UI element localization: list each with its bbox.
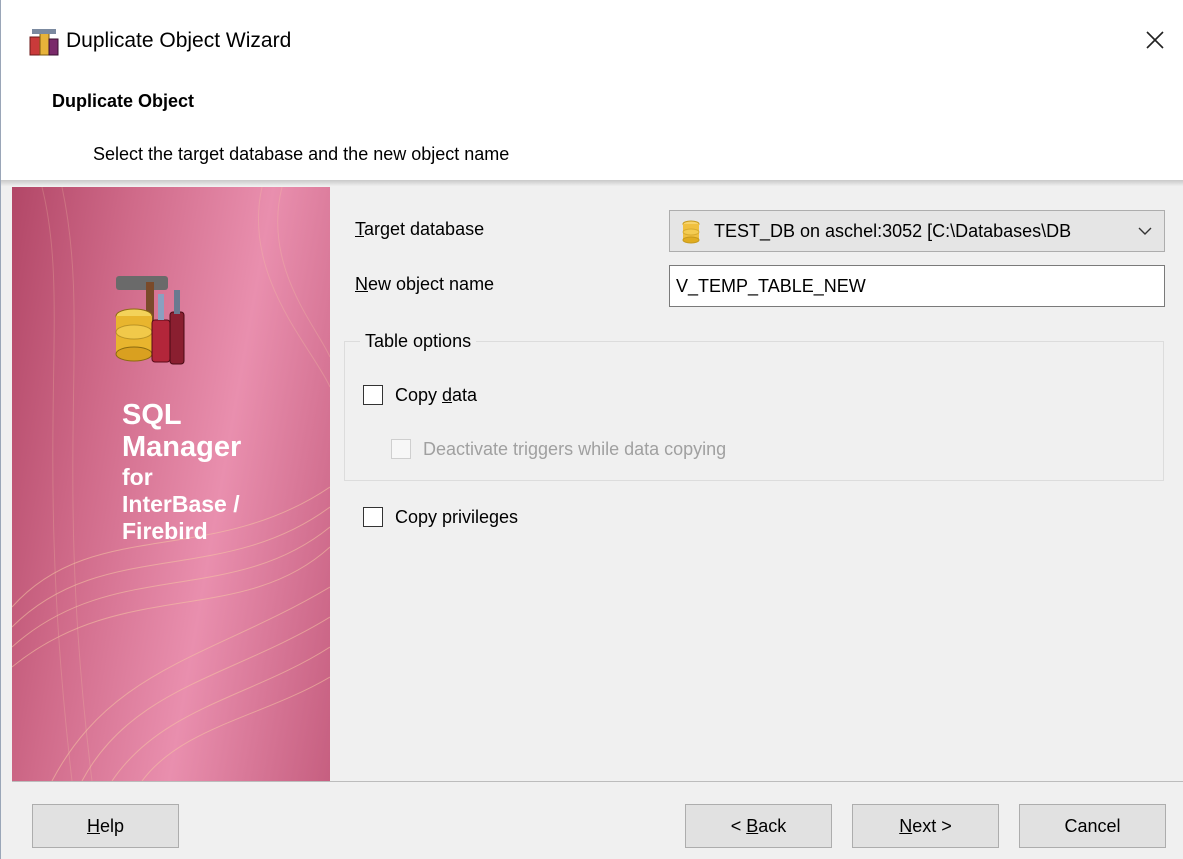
target-database-label: Target database: [355, 219, 484, 240]
brand-line-1: SQL: [122, 399, 182, 431]
target-database-label-text: arget database: [364, 219, 485, 239]
back-mnemonic: B: [746, 815, 759, 836]
sql-manager-logo-icon: [115, 276, 185, 365]
copy-data-label-pre: Copy: [395, 385, 443, 405]
chevron-down-icon[interactable]: [1137, 223, 1153, 239]
target-database-select[interactable]: TEST_DB on aschel:3052 [C:\Databases\DB: [669, 210, 1165, 252]
brand-line-3: for: [122, 464, 153, 490]
step-subtitle: Select the target database and the new o…: [93, 144, 510, 164]
help-label: elp: [99, 815, 125, 836]
next-mnemonic: N: [899, 815, 913, 836]
close-button[interactable]: [1133, 20, 1177, 60]
new-object-name-mnemonic: N: [355, 274, 368, 294]
next-button[interactable]: Next >: [852, 804, 999, 848]
help-mnemonic: H: [86, 815, 100, 836]
table-options-legend: Table options: [360, 331, 477, 352]
help-button[interactable]: Help: [32, 804, 179, 848]
database-icon: [682, 220, 700, 244]
target-database-value: TEST_DB on aschel:3052 [C:\Databases\DB: [714, 221, 1072, 241]
close-icon: [1146, 31, 1164, 49]
target-database-mnemonic: T: [355, 219, 364, 239]
copy-data-checkbox[interactable]: [363, 385, 383, 405]
product-banner: SQL Manager for InterBase / Firebird: [12, 187, 330, 781]
footer-divider: [12, 781, 1183, 782]
copy-privileges-label[interactable]: Copy privileges: [395, 507, 518, 528]
wizard-app-icon: [29, 29, 59, 56]
copy-data-mnemonic: d: [442, 385, 453, 405]
header-divider: [1, 180, 1183, 186]
back-label-pre: <: [730, 815, 747, 836]
new-object-name-field[interactable]: [669, 265, 1165, 307]
brand-line-2: Manager: [122, 431, 242, 463]
cancel-button[interactable]: Cancel: [1019, 804, 1166, 848]
back-label: ack: [758, 815, 787, 836]
table-options-group: [344, 341, 1164, 481]
deactivate-triggers-label: Deactivate triggers while data copying: [423, 439, 727, 459]
window-title: Duplicate Object Wizard: [66, 29, 292, 52]
copy-data-label[interactable]: Copy data: [395, 385, 477, 406]
new-object-name-label: New object name: [355, 274, 494, 295]
next-label: ext >: [912, 815, 952, 836]
step-title: Duplicate Object: [52, 91, 195, 111]
brand-line-4: InterBase /: [122, 491, 240, 517]
deactivate-triggers-checkbox[interactable]: [391, 439, 411, 459]
wizard-header: Duplicate Object Select the target datab…: [1, 84, 1183, 180]
back-button[interactable]: < Back: [685, 804, 832, 848]
new-object-name-input[interactable]: [676, 276, 1146, 297]
title-bar: Duplicate Object Wizard: [1, 0, 1183, 84]
product-name: SQL Manager for InterBase / Firebird: [122, 399, 241, 544]
wizard-window: Duplicate Object Wizard Duplicate Object…: [0, 0, 1183, 859]
cancel-label: Cancel: [1064, 815, 1121, 836]
brand-line-5: Firebird: [122, 518, 208, 544]
copy-privileges-checkbox[interactable]: [363, 507, 383, 527]
copy-data-label-post: ata: [452, 385, 478, 405]
new-object-name-label-text: ew object name: [368, 274, 495, 294]
